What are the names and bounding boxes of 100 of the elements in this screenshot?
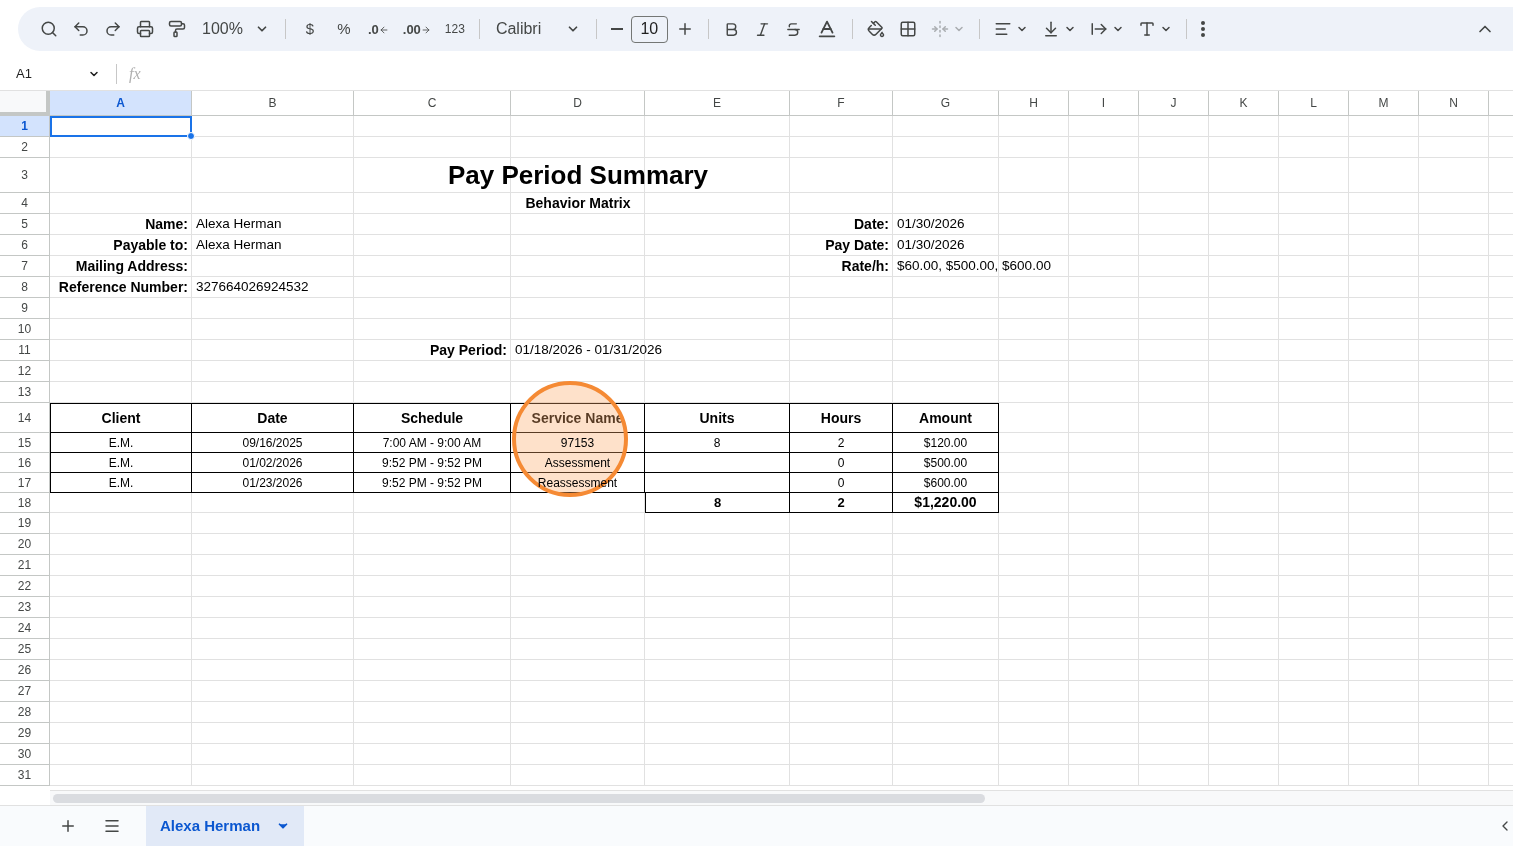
table-cell: 01/02/2026 (192, 453, 354, 473)
row-header[interactable]: 17 (0, 473, 50, 493)
table-cell: E.M. (50, 453, 192, 473)
currency-button[interactable]: $ (293, 13, 326, 45)
search-icon (40, 20, 58, 38)
row-header[interactable]: 23 (0, 597, 50, 618)
row-header[interactable]: 20 (0, 534, 50, 555)
row-header[interactable]: 1 (0, 116, 50, 137)
number-format-button[interactable]: 123 (438, 13, 471, 45)
column-header[interactable]: I (1069, 91, 1139, 116)
column-header[interactable]: A (50, 91, 192, 116)
table-cell: 0 (790, 453, 893, 473)
row-header[interactable]: 3 (0, 158, 50, 193)
plus-icon (59, 817, 77, 835)
table-cell: 9:52 PM - 9:52 PM (354, 453, 511, 473)
row-header[interactable]: 21 (0, 555, 50, 576)
row-header[interactable]: 25 (0, 639, 50, 660)
undo-icon (72, 20, 90, 38)
row-header[interactable]: 11 (0, 340, 50, 361)
zoom-dropdown[interactable]: 100% (194, 17, 277, 41)
decrease-decimals-button[interactable]: .0 (361, 13, 395, 45)
table-cell: 01/23/2026 (192, 473, 354, 493)
column-header[interactable]: C (354, 91, 511, 116)
redo-icon (104, 20, 122, 38)
row-header[interactable]: 31 (0, 765, 50, 786)
table-cell: Assessment (511, 453, 645, 473)
merge-icon (930, 20, 949, 38)
field-value: 01/30/2026 (897, 215, 965, 234)
row-header[interactable]: 12 (0, 361, 50, 382)
column-header[interactable]: N (1419, 91, 1489, 116)
column-header[interactable]: H (999, 91, 1069, 116)
table-cell: $120.00 (893, 433, 999, 453)
sheet-subtitle: Behavior Matrix (525, 194, 631, 213)
row-header[interactable]: 8 (0, 277, 50, 298)
column-header[interactable]: M (1349, 91, 1419, 116)
column-header[interactable]: L (1279, 91, 1349, 116)
row-header[interactable]: 30 (0, 744, 50, 765)
table-cell: 97153 (511, 433, 645, 453)
column-header[interactable]: J (1139, 91, 1209, 116)
column-header[interactable]: B (192, 91, 354, 116)
sheet-title: Pay Period Summary (447, 159, 709, 192)
total-cell: $1,220.00 (893, 493, 999, 513)
fill-handle[interactable] (187, 132, 195, 140)
column-header[interactable]: K (1209, 91, 1279, 116)
table-header-cell: Amount (893, 403, 999, 433)
align-left-icon (993, 20, 1012, 38)
selected-cell[interactable] (50, 116, 192, 137)
row-header[interactable]: 16 (0, 453, 50, 473)
table-cell: 2 (790, 433, 893, 453)
menu-icon (103, 817, 121, 835)
font-dropdown[interactable]: Calibri (487, 17, 588, 41)
row-header[interactable]: 26 (0, 660, 50, 681)
row-header[interactable]: 28 (0, 702, 50, 723)
horizontal-scrollbar[interactable] (50, 790, 1513, 805)
row-header[interactable]: 14 (0, 403, 50, 433)
increase-decimals-button[interactable]: .00 (396, 13, 437, 45)
more-icon (1200, 21, 1205, 37)
row-header[interactable]: 4 (0, 193, 50, 214)
field-label: Pay Date: (825, 236, 889, 255)
scrollbar-thumb[interactable] (53, 793, 985, 803)
row-header[interactable]: 22 (0, 576, 50, 597)
row-header[interactable]: 5 (0, 214, 50, 235)
table-cell: 8 (645, 433, 790, 453)
column-header[interactable]: D (511, 91, 645, 116)
name-box[interactable]: A1 (0, 64, 108, 84)
field-label: Rate/h: (841, 257, 889, 276)
table-header-cell: Hours (790, 403, 893, 433)
minus-icon (610, 28, 623, 30)
field-value: 01/30/2026 (897, 236, 965, 255)
field-value: 327664026924532 (196, 278, 309, 297)
row-header[interactable]: 7 (0, 256, 50, 277)
row-header[interactable]: 27 (0, 681, 50, 702)
field-label: Reference Number: (58, 278, 188, 297)
row-header[interactable]: 19 (0, 513, 50, 534)
field-label: Pay Period: (429, 341, 507, 360)
table-cell: $600.00 (893, 473, 999, 493)
sheet-tab[interactable]: Alexa Herman (146, 806, 305, 846)
column-header[interactable]: G (893, 91, 999, 116)
strikethrough-icon (784, 20, 802, 38)
percent-button[interactable]: % (327, 13, 360, 45)
table-header-cell: Client (50, 403, 192, 433)
column-header[interactable]: E (645, 91, 790, 116)
formula-label: fx (128, 64, 142, 85)
table-cell: 0 (790, 473, 893, 493)
row-header[interactable]: 9 (0, 298, 50, 319)
row-header[interactable]: 10 (0, 319, 50, 340)
row-header[interactable]: 15 (0, 433, 50, 453)
row-header[interactable]: 24 (0, 618, 50, 639)
row-header[interactable]: 2 (0, 137, 50, 158)
row-header[interactable]: 18 (0, 493, 50, 513)
row-header[interactable]: 13 (0, 382, 50, 403)
row-header[interactable]: 29 (0, 723, 50, 744)
font-size-field[interactable]: 10 (630, 15, 668, 43)
wrap-icon (1089, 20, 1108, 38)
table-header-cell: Date (192, 403, 354, 433)
field-value: Alexa Herman (196, 215, 282, 234)
table-cell: 9:52 PM - 9:52 PM (354, 473, 511, 493)
column-header[interactable]: F (790, 91, 893, 116)
row-header[interactable]: 6 (0, 235, 50, 256)
text-rotation-icon (1137, 20, 1156, 38)
